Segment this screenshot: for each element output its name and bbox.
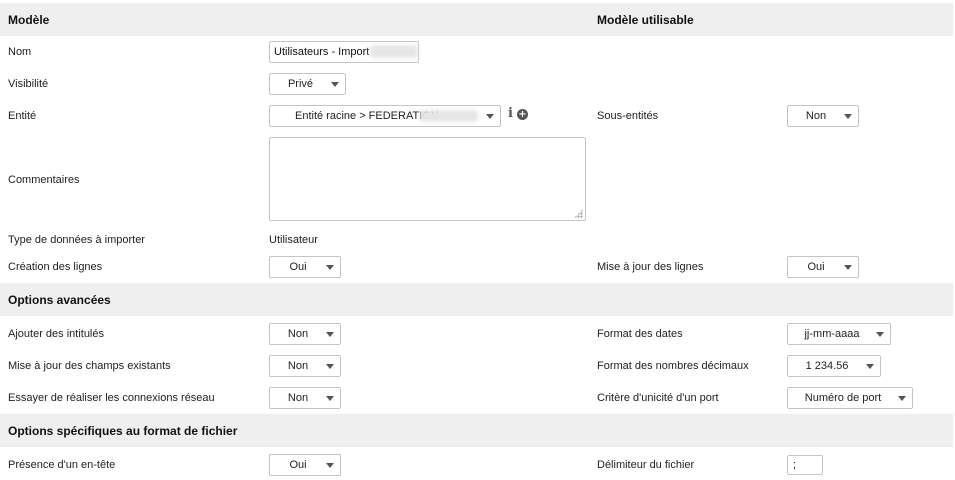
chevron-down-icon: [326, 364, 334, 369]
decimal-format-select[interactable]: 1 234.56: [787, 355, 881, 377]
visibility-select-value: Privé: [287, 78, 314, 90]
header-present-label: Présence d'un en-tête: [8, 459, 116, 471]
chevron-down-icon: [876, 332, 884, 337]
section-title-advanced: Options avancées: [8, 293, 111, 307]
port-uniqueness-select-value: Numéro de port: [804, 392, 882, 404]
sub-entities-select[interactable]: Non: [787, 105, 859, 127]
decimal-format-label: Format des nombres décimaux: [597, 360, 749, 372]
add-headers-select-value: Non: [287, 328, 309, 340]
name-input-value: Utilisateurs - Import: [274, 46, 370, 58]
header-present-select[interactable]: Oui: [269, 454, 341, 476]
update-existing-select[interactable]: Non: [269, 355, 341, 377]
file-delimiter-input[interactable]: ;: [787, 455, 823, 475]
chevron-down-icon: [326, 396, 334, 401]
header-present-select-value: Oui: [289, 459, 307, 471]
name-label: Nom: [8, 46, 32, 58]
entity-label: Entité: [8, 110, 37, 122]
add-circle-icon[interactable]: +: [517, 109, 528, 120]
section-header-model: [0, 3, 953, 36]
chevron-down-icon: [326, 332, 334, 337]
info-icon[interactable]: i: [508, 106, 513, 121]
port-uniqueness-select[interactable]: Numéro de port: [787, 387, 913, 409]
redacted-name-suffix: [370, 45, 418, 58]
network-connections-select-value: Non: [287, 392, 309, 404]
chevron-down-icon: [898, 396, 906, 401]
line-creation-select-value: Oui: [289, 261, 307, 273]
section-title-model: Modèle: [8, 13, 50, 27]
section-title-usable-model: Modèle utilisable: [597, 13, 694, 27]
chevron-down-icon: [844, 265, 852, 270]
data-type-label: Type de données à importer: [8, 234, 145, 246]
visibility-label: Visibilité: [8, 78, 49, 90]
update-existing-label: Mise à jour des champs existants: [8, 360, 171, 372]
date-format-label: Format des dates: [597, 328, 683, 340]
date-format-select-value: jj-mm-aaaa: [804, 328, 860, 340]
chevron-down-icon: [326, 463, 334, 468]
line-creation-label: Création des lignes: [8, 261, 103, 273]
chevron-down-icon: [844, 114, 852, 119]
sub-entities-label: Sous-entités: [597, 110, 659, 122]
date-format-select[interactable]: jj-mm-aaaa: [787, 323, 891, 345]
update-existing-select-value: Non: [287, 360, 309, 372]
line-update-label: Mise à jour des lignes: [597, 261, 704, 273]
section-header-advanced: [0, 283, 953, 316]
sub-entities-select-value: Non: [805, 110, 827, 122]
section-title-file-format: Options spécifiques au format de fichier: [8, 424, 238, 438]
visibility-select[interactable]: Privé: [269, 73, 346, 95]
chevron-down-icon: [486, 114, 494, 119]
file-delimiter-label: Délimiteur du fichier: [597, 459, 695, 471]
network-connections-label: Essayer de réaliser les connexions résea…: [8, 392, 215, 404]
decimal-format-select-value: 1 234.56: [805, 360, 849, 372]
port-uniqueness-label: Critère d'unicité d'un port: [597, 392, 719, 404]
line-update-select-value: Oui: [807, 261, 825, 273]
data-type-value: Utilisateur: [269, 234, 318, 246]
chevron-down-icon: [331, 82, 339, 87]
redacted-entity-suffix: [420, 110, 478, 122]
line-update-select[interactable]: Oui: [787, 256, 859, 278]
network-connections-select[interactable]: Non: [269, 387, 341, 409]
resize-grip-icon[interactable]: [574, 209, 583, 218]
comments-label: Commentaires: [8, 174, 80, 186]
line-creation-select[interactable]: Oui: [269, 256, 341, 278]
chevron-down-icon: [326, 265, 334, 270]
file-delimiter-input-value: ;: [793, 459, 797, 471]
add-headers-label: Ajouter des intitulés: [8, 328, 104, 340]
add-headers-select[interactable]: Non: [269, 323, 341, 345]
chevron-down-icon: [866, 364, 874, 369]
comments-textarea[interactable]: [269, 137, 586, 221]
